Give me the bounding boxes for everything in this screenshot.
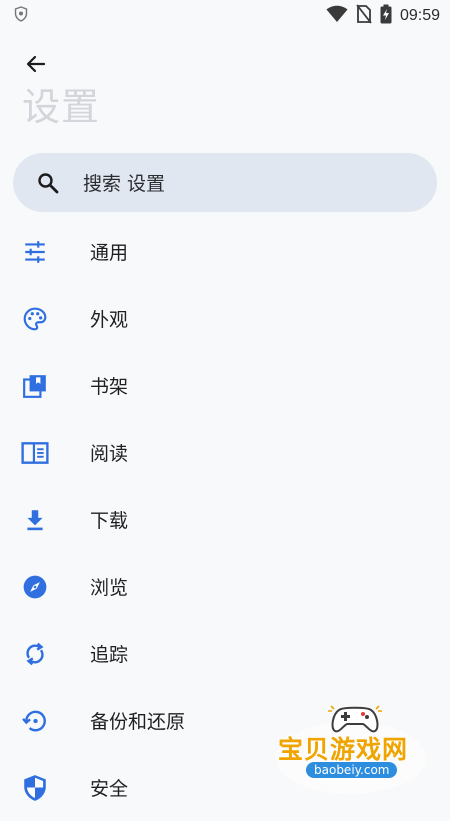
library-icon [20,371,50,401]
back-button[interactable] [20,50,52,82]
shield-notification-icon [14,6,28,26]
menu-item-label: 安全 [90,778,129,800]
search-input[interactable]: 搜索 设置 [83,169,165,196]
search-icon [35,170,61,196]
watermark-logo: 宝贝游戏网 baobeiy.com [270,700,440,800]
no-sim-icon [356,4,372,28]
battery-charging-icon [380,4,392,28]
tune-icon [20,237,50,267]
status-right: 09:59 [326,4,440,28]
palette-icon [20,304,50,334]
menu-item-appearance[interactable]: 外观 [0,285,450,352]
backup-restore-icon [20,706,50,736]
menu-item-general[interactable]: 通用 [0,218,450,285]
menu-item-download[interactable]: 下载 [0,486,450,553]
status-bar: 09:59 [0,0,450,32]
menu-item-label: 备份和还原 [90,711,186,733]
arrow-back-icon [24,52,48,80]
menu-item-label: 外观 [90,309,129,331]
menu-item-label: 浏览 [90,577,129,599]
search-bar[interactable]: 搜索 设置 [13,153,437,212]
download-icon [20,505,50,535]
menu-item-tracking[interactable]: 追踪 [0,620,450,687]
shield-icon [20,773,50,803]
menu-item-browse[interactable]: 浏览 [0,553,450,620]
status-left [14,6,28,26]
menu-item-label: 书架 [90,376,129,398]
chrome-reader-icon [20,438,50,468]
status-time: 09:59 [399,7,440,24]
menu-item-label: 通用 [90,242,129,264]
menu-item-library[interactable]: 书架 [0,352,450,419]
page-title: 设置 [22,85,101,129]
menu-item-label: 追踪 [90,644,129,666]
compass-icon [20,572,50,602]
wifi-icon [326,5,348,27]
watermark-text: 宝贝游戏网 [278,735,409,764]
watermark-url: baobeiy.com [306,762,398,778]
menu-item-label: 下载 [90,510,129,532]
menu-item-reader[interactable]: 阅读 [0,419,450,486]
sync-icon [20,639,50,669]
menu-item-label: 阅读 [90,443,129,465]
